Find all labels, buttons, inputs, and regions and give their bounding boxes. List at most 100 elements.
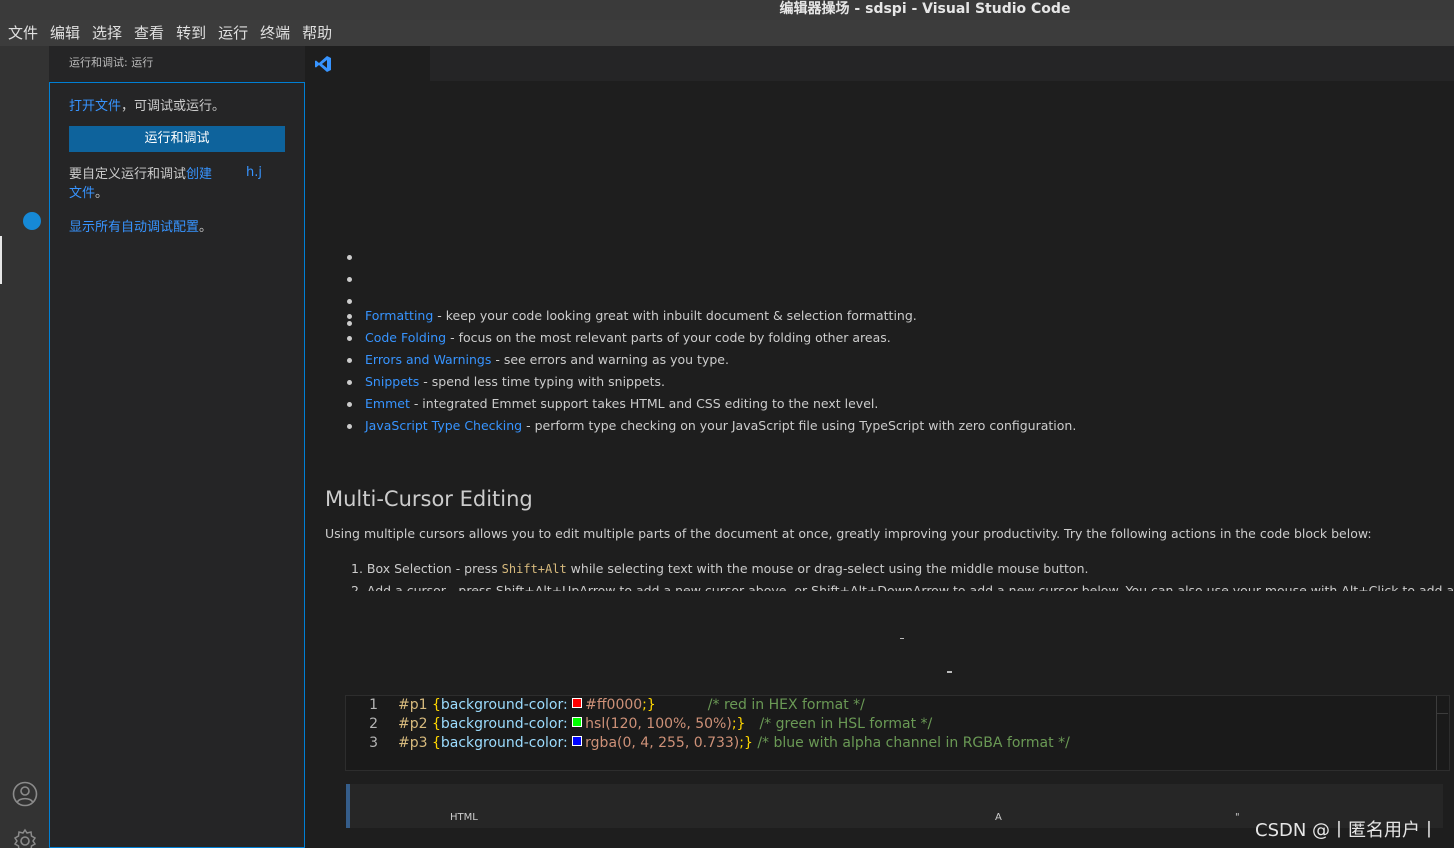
launch-json-fragment[interactable]: h.j [246, 165, 262, 180]
color-swatch[interactable] [572, 717, 583, 727]
step-text: while selecting text with the mouse or d… [566, 561, 1089, 576]
show-all-configs-link[interactable]: 显示所有自动调试配置 [69, 220, 199, 235]
section-paragraph: Using multiple cursors allows you to edi… [325, 526, 1372, 541]
list-item: Code Folding - focus on the most relevan… [346, 327, 1076, 349]
gear-icon[interactable] [12, 828, 38, 848]
code-text: #p2 {background-color: hsl(120, 100%, 50… [398, 715, 932, 734]
brace: { [427, 716, 441, 732]
run-and-debug-button[interactable]: 运行和调试 [69, 126, 285, 152]
empty-bullet-list [347, 255, 352, 343]
bullet [347, 255, 352, 260]
feature-link-formatting[interactable]: Formatting [365, 308, 433, 323]
show-all-line: 显示所有自动调试配置。 [69, 216, 212, 235]
css-selector: #p2 [398, 716, 428, 732]
window-title: 编辑器操场 - sdspi - Visual Studio Code [779, 1, 1071, 17]
menu-run[interactable]: 运行 [214, 20, 252, 46]
sidebar-body: 打开文件，可调试或运行。 运行和调试 要自定义运行和调试创建 文件。 h.j 显… [49, 82, 305, 848]
list-item: Snippets - spend less time typing with s… [346, 371, 1076, 393]
code-block[interactable]: 1 #p1 {background-color: #ff0000;}/* red… [345, 695, 1450, 771]
open-file-line: 打开文件，可调试或运行。 [69, 95, 225, 114]
bullet [347, 277, 352, 282]
brace: { [427, 697, 441, 713]
step-text: 1. Box Selection - press [351, 561, 502, 576]
editor-tab[interactable] [305, 46, 430, 81]
vscode-logo-icon [315, 56, 331, 72]
feature-desc: - integrated Emmet support takes HTML an… [409, 396, 879, 411]
feature-list: Formatting - keep your code looking grea… [346, 305, 1077, 437]
css-comment: /* green in HSL format */ [759, 716, 933, 732]
color-swatch[interactable] [572, 736, 583, 746]
css-property: background-color: [440, 716, 568, 732]
feature-link-emmet[interactable]: Emmet [365, 396, 410, 411]
css-property: background-color: [440, 697, 568, 713]
menu-bar: 文件 编辑 选择 查看 转到 运行 终端 帮助 [0, 20, 1454, 46]
css-value: #ff0000 [585, 697, 643, 713]
brace: ;} [739, 735, 753, 751]
step-box-selection: 1. Box Selection - press Shift+Alt while… [351, 561, 1088, 576]
show-all-suffix: 。 [199, 220, 213, 235]
brace: ;} [731, 716, 746, 732]
list-item: Formatting - keep your code looking grea… [346, 305, 1076, 327]
color-swatch[interactable] [572, 698, 583, 708]
feature-desc: - perform type checking on your JavaScri… [522, 418, 1077, 433]
feature-link-snippets[interactable]: Snippets [365, 374, 419, 389]
title-bar: 编辑器操场 - sdspi - Visual Studio Code [0, 0, 1454, 20]
line-number: 3 [369, 735, 378, 751]
section-heading: Multi-Cursor Editing [325, 487, 533, 511]
table-header-fragment: " [1235, 812, 1240, 823]
render-artifact [947, 671, 952, 673]
list-item: Errors and Warnings - see errors and war… [346, 349, 1076, 371]
keybinding: Shift+Alt [501, 562, 567, 576]
watermark: CSDN @丨匿名用户丨 [1255, 820, 1439, 841]
menu-file[interactable]: 文件 [4, 20, 42, 46]
feature-link-errors-warnings[interactable]: Errors and Warnings [365, 352, 491, 367]
editor-area: Formatting - keep your code looking grea… [305, 46, 1454, 848]
active-view-indicator [0, 236, 2, 284]
table-header-fragment: A [995, 812, 1002, 823]
run-debug-badge[interactable] [23, 212, 41, 230]
customize-text: 要自定义运行和调试 [69, 167, 187, 182]
table-header-fragment: HTML [450, 812, 478, 823]
step-add-cursor-clipped: 2. Add a cursor - press Shift+Alt+UpArro… [351, 583, 1454, 591]
feature-link-code-folding[interactable]: Code Folding [365, 330, 446, 345]
css-selector: #p3 [398, 735, 428, 751]
brace: { [427, 735, 441, 751]
list-item: Emmet - integrated Emmet support takes H… [346, 393, 1076, 415]
feature-desc: - spend less time typing with snippets. [419, 374, 665, 389]
menu-view[interactable]: 查看 [130, 20, 168, 46]
run-debug-sidebar: 运行和调试: 运行 打开文件，可调试或运行。 运行和调试 要自定义运行和调试创建… [49, 46, 305, 848]
css-value: rgba(0, 4, 255, 0.733) [585, 735, 740, 751]
tab-bar [305, 46, 1454, 81]
sidebar-title: 运行和调试: 运行 [69, 56, 154, 69]
open-file-link[interactable]: 打开文件 [69, 99, 121, 114]
bullet [347, 299, 352, 304]
file-link[interactable]: 文件 [69, 186, 95, 201]
list-item: JavaScript Type Checking - perform type … [346, 415, 1077, 437]
feature-desc: - see errors and warning as you type. [491, 352, 729, 367]
line-number: 1 [369, 697, 378, 713]
code-text: #p3 {background-color: rgba(0, 4, 255, 0… [398, 734, 1070, 753]
code-text: #p1 {background-color: #ff0000;} /* red i… [398, 696, 865, 715]
activity-bar [0, 46, 49, 848]
file-suffix: 。 [95, 186, 109, 201]
css-value: hsl(120, 100%, 50%) [585, 716, 732, 732]
menu-terminal[interactable]: 终端 [256, 20, 294, 46]
account-icon[interactable] [12, 781, 38, 807]
create-link[interactable]: 创建 [186, 167, 212, 182]
bullet [347, 321, 352, 326]
css-property: background-color: [440, 735, 568, 751]
brace: ;} [642, 697, 656, 713]
open-file-text: ，可调试或运行。 [121, 99, 226, 114]
menu-go[interactable]: 转到 [172, 20, 210, 46]
css-comment: /* blue with alpha channel in RGBA forma… [757, 735, 1070, 751]
render-artifact [900, 638, 904, 639]
css-selector: #p1 [398, 697, 428, 713]
menu-edit[interactable]: 编辑 [46, 20, 84, 46]
feature-link-js-type-checking[interactable]: JavaScript Type Checking [365, 418, 522, 433]
feature-desc: - focus on the most relevant parts of yo… [446, 330, 891, 345]
line-number: 2 [369, 716, 378, 732]
scrollbar-corner [1436, 696, 1448, 714]
menu-selection[interactable]: 选择 [88, 20, 126, 46]
css-comment: /* red in HEX format */ [707, 697, 865, 713]
menu-help[interactable]: 帮助 [298, 20, 336, 46]
